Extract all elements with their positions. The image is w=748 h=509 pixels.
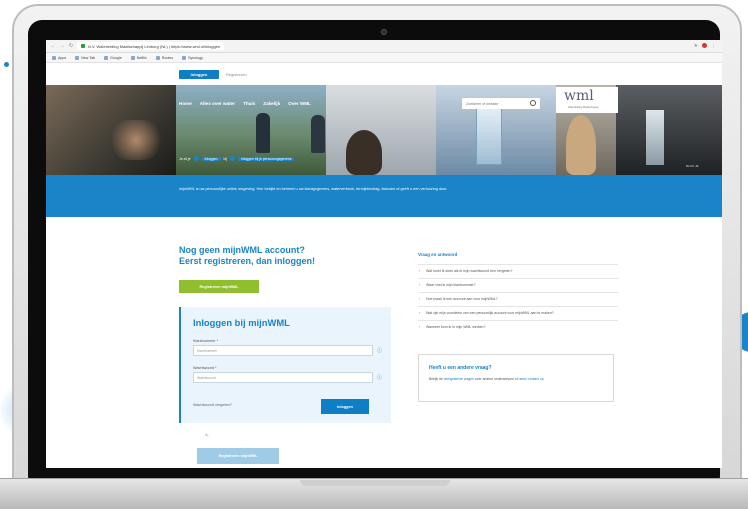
- bookmark-item[interactable]: Apps: [52, 55, 66, 60]
- nav-over-wml[interactable]: Over WML: [288, 101, 311, 106]
- tab-register[interactable]: Registreren: [226, 70, 247, 79]
- info-icon[interactable]: ⓘ: [377, 347, 382, 354]
- login-column: Nog geen mijnWML account? Eerst registre…: [179, 245, 404, 464]
- reload-icon[interactable]: ↻: [68, 43, 74, 49]
- forward-icon[interactable]: →: [59, 43, 65, 49]
- cyclist-figure: [256, 113, 270, 153]
- customer-number-label: Klantnummer *: [193, 339, 219, 343]
- page-icon: [155, 55, 160, 60]
- contact-link[interactable]: neem contact op.: [519, 377, 545, 381]
- browser-screen: ← → ↻ N.V. Waterleiding Maatschappij Lim…: [46, 40, 722, 468]
- bookmark-item[interactable]: New Tab: [75, 55, 95, 60]
- tab-login[interactable]: Inloggen: [179, 70, 219, 79]
- hero-photo-cyclists: [176, 85, 326, 175]
- google-icon: [104, 55, 109, 60]
- url-field[interactable]: N.V. Waterleiding Maatschappij Limburg (…: [77, 42, 225, 50]
- chevron-right-icon: ›: [419, 297, 421, 301]
- cursor-icon: ↖: [205, 433, 210, 439]
- camera-icon: [381, 29, 387, 35]
- decor-dot: [4, 62, 9, 67]
- bookmark-star-icon[interactable]: ★: [694, 43, 698, 49]
- apps-icon: [52, 55, 56, 60]
- bookmark-item[interactable]: Google: [104, 55, 122, 60]
- synology-icon: [182, 55, 187, 60]
- other-question-text: Bekijk de veelgestelde vragen over ander…: [429, 377, 545, 381]
- chevron-right-icon: ›: [419, 269, 421, 273]
- nav-water[interactable]: Alles over water: [200, 101, 235, 106]
- person-figure: [346, 130, 382, 175]
- nav-thuis[interactable]: Thuis: [243, 101, 255, 106]
- register-bottom-button[interactable]: Registreren mijnWML: [197, 448, 279, 464]
- hero-banner: [46, 85, 722, 175]
- page-icon: [75, 55, 80, 60]
- cyclist-figure: [311, 115, 325, 153]
- faq-list: › Wat moet ik doen als ik mijn wachtwoord…: [418, 264, 618, 334]
- url-text: N.V. Waterleiding Maatschappij Limburg (…: [88, 43, 221, 49]
- faq-item[interactable]: › Wat zijn mijn voordelen van een persoon…: [418, 306, 618, 320]
- nav-home[interactable]: Home: [179, 101, 192, 106]
- hero-caption: Je zit je Inloggen bij Inloggen bij je p…: [179, 156, 295, 161]
- main-nav: Home Alles over water Thuis Zakelijk Ove…: [179, 101, 311, 106]
- bookmark-item[interactable]: Routes: [155, 55, 173, 60]
- password-label: Wachtwoord *: [193, 366, 217, 370]
- register-button[interactable]: Registreren mijnWML: [179, 280, 259, 293]
- site-search-input[interactable]: Zoekterm of website: [462, 98, 540, 109]
- password-input[interactable]: Wachtwoord: [193, 372, 373, 383]
- login-card: Inloggen bij mijnWML Klantnummer * Klant…: [179, 307, 391, 423]
- faq-section: Vraag en antwoord › Wat moet ik doen als …: [418, 252, 618, 329]
- hero-photo-glow: [106, 120, 166, 160]
- back-icon[interactable]: ←: [50, 43, 56, 49]
- customer-number-input[interactable]: Klantnummer: [193, 345, 373, 356]
- banner-text: mijnWML is uw persoonlijke online omgevi…: [179, 187, 448, 191]
- glass-figure: [476, 105, 502, 165]
- faq-item[interactable]: › Waar vind ik mijn klantnummer?: [418, 278, 618, 292]
- other-question-title: Heeft u een andere vraag?: [429, 365, 492, 371]
- chevron-right-icon: ›: [419, 311, 421, 315]
- site-topbar: Inloggen Registreren: [46, 63, 722, 85]
- other-question-box: Heeft u een andere vraag? Bekijk de veel…: [418, 354, 614, 402]
- person-figure: [566, 115, 596, 175]
- lock-icon: [81, 44, 85, 48]
- faq-item[interactable]: › Wanneer kom ik in mijn WML werken?: [418, 320, 618, 334]
- hero-photo-tap: [616, 85, 722, 175]
- faq-title: Vraag en antwoord: [418, 252, 458, 257]
- extension-icon[interactable]: [702, 43, 707, 48]
- address-bar: ← → ↻ N.V. Waterleiding Maatschappij Lim…: [46, 40, 722, 53]
- wml-logo[interactable]: wml Waterleiding Maatschappij: [556, 87, 618, 113]
- faq-item[interactable]: › Wat moet ik doen als ik mijn wachtwoord…: [418, 264, 618, 278]
- search-icon[interactable]: [530, 100, 536, 106]
- info-icon[interactable]: ⓘ: [377, 374, 382, 381]
- login-title: Inloggen bij mijnWML: [193, 317, 290, 328]
- netflix-icon: [130, 55, 135, 60]
- step-dot-icon: [193, 156, 199, 161]
- promo-title: Nog geen mijnWML account? Eerst registre…: [179, 245, 316, 266]
- step-dot-icon: [229, 156, 235, 161]
- browser-menu-icon[interactable]: ⋮: [711, 43, 716, 49]
- chevron-right-icon: ›: [419, 283, 421, 287]
- hero-corner-label: BLOG JE: [686, 164, 699, 168]
- nav-zakelijk[interactable]: Zakelijk: [263, 101, 280, 106]
- bookmarks-bar: Apps New Tab Google Netflix Routes Synol…: [46, 53, 722, 63]
- glass-figure: [646, 110, 664, 165]
- chevron-right-icon: ›: [419, 325, 421, 329]
- browser-actions: ★ ⋮: [694, 43, 722, 49]
- laptop-notch: [300, 480, 450, 486]
- info-banner: mijnWML is uw persoonlijke online omgevi…: [46, 175, 722, 217]
- faq-item[interactable]: › Hoe maak ik een account aan voor mijnWM…: [418, 292, 618, 306]
- stage: ← → ↻ N.V. Waterleiding Maatschappij Lim…: [0, 0, 748, 509]
- login-submit-button[interactable]: Inloggen: [321, 399, 369, 414]
- bookmark-item[interactable]: Netflix: [130, 55, 147, 60]
- forgot-password-link[interactable]: Wachtwoord vergeten?: [193, 403, 232, 407]
- faq-link[interactable]: veelgestelde vragen: [444, 377, 474, 381]
- bookmark-item[interactable]: Synology: [182, 55, 203, 60]
